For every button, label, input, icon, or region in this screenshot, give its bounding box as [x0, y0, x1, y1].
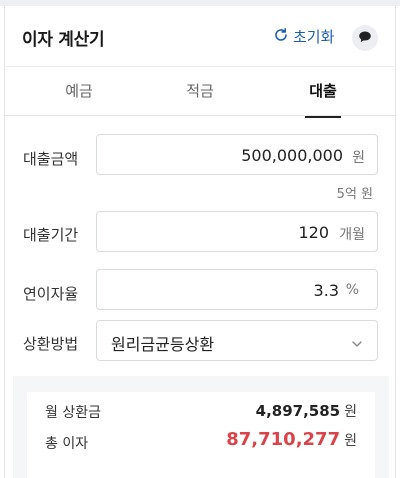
monthly-payment-amount: 4,897,585 원	[256, 401, 357, 421]
header: 이자 계산기 초기화	[5, 6, 395, 66]
rate-value: 3.3	[313, 281, 339, 300]
rate-input[interactable]: 3.3 %	[96, 269, 378, 310]
amount-unit: 원	[352, 150, 365, 166]
chat-button[interactable]	[352, 25, 378, 51]
rate-label: 연이자율	[23, 285, 79, 303]
tab-deposit[interactable]: 예금	[39, 67, 119, 117]
period-input[interactable]: 120 개월	[96, 211, 378, 252]
amount-input[interactable]: 500,000,000 원	[96, 134, 378, 175]
amount-value: 500,000,000	[241, 146, 343, 165]
result-card: 월 상환금 4,897,585 원 총 이자 87,710,277 원	[27, 392, 375, 478]
period-value: 120	[298, 223, 329, 242]
calculator-panel: 이자 계산기 초기화 예금 적금 대출 대출금액 500,000,000 원 5…	[4, 6, 396, 478]
result-section: 월 상환금 4,897,585 원 총 이자 87,710,277 원	[13, 376, 389, 478]
total-interest-label: 총 이자	[45, 436, 89, 452]
method-select[interactable]: 원리금균등상환	[96, 320, 378, 361]
page-title: 이자 계산기	[22, 30, 105, 50]
total-interest-amount: 87,710,277 원	[226, 429, 357, 450]
tab-loan[interactable]: 대출	[283, 67, 363, 118]
tab-bar: 예금 적금 대출	[5, 66, 395, 118]
chevron-down-icon	[351, 335, 363, 347]
method-selected: 원리금균등상환	[111, 335, 215, 354]
tab-savings[interactable]: 적금	[160, 67, 240, 117]
method-label: 상환방법	[23, 335, 79, 353]
monthly-payment-unit: 원	[344, 404, 357, 420]
monthly-payment-label: 월 상환금	[45, 405, 101, 421]
period-unit: 개월	[339, 227, 365, 243]
total-interest-value: 87,710,277	[226, 429, 341, 450]
refresh-icon	[273, 27, 289, 47]
rate-unit: %	[345, 282, 359, 298]
reset-button[interactable]: 초기화	[273, 26, 334, 47]
period-label: 대출기간	[23, 226, 79, 244]
total-interest-unit: 원	[344, 433, 357, 449]
reset-label: 초기화	[293, 28, 335, 46]
amount-label: 대출금액	[23, 150, 79, 168]
speech-bubble-icon	[358, 29, 372, 48]
monthly-payment-value: 4,897,585	[255, 402, 341, 420]
amount-hint: 5억 원	[336, 187, 373, 202]
